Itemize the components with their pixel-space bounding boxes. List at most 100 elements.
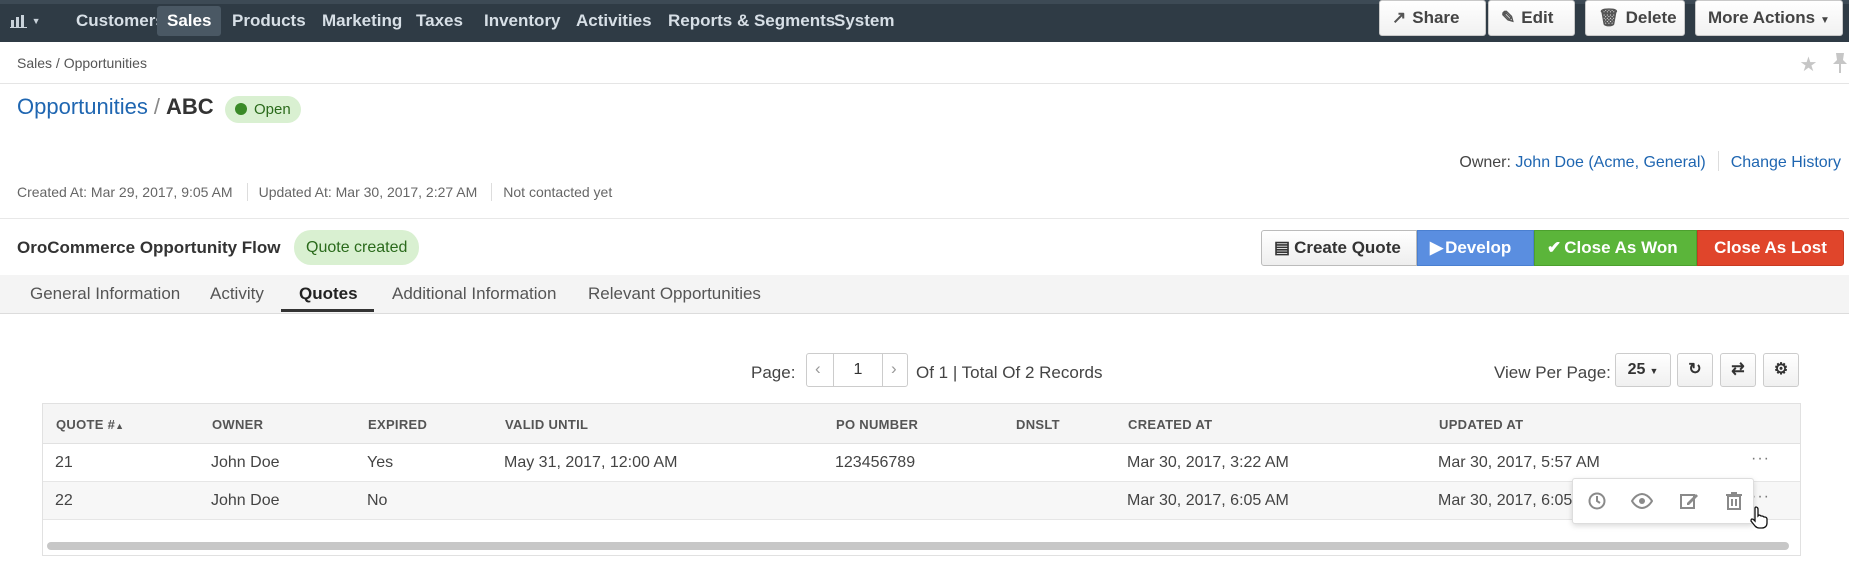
column-header-updated-at[interactable]: UPDATED AT [1439, 417, 1523, 432]
column-header-created-at[interactable]: CREATED AT [1128, 417, 1212, 432]
workflow-name: OroCommerce Opportunity Flow [17, 238, 281, 257]
cell-updated-at: Mar 30, 2017, 5:57 AM [1438, 454, 1600, 471]
view-per-page-value: 25 [1627, 361, 1646, 378]
tab-quotes[interactable]: Quotes [299, 284, 358, 304]
divider [0, 218, 1849, 219]
delete-button[interactable]: 🗑 Delete [1585, 0, 1685, 36]
page-label: Page: [751, 363, 796, 382]
view-icon[interactable] [1631, 491, 1653, 511]
gear-icon: ⚙ [1773, 361, 1789, 378]
column-header-expired[interactable]: EXPIRED [368, 417, 427, 432]
column-header-dnslt[interactable]: DNSLT [1016, 417, 1060, 432]
caret-down-icon: ▼ [1649, 366, 1659, 376]
prev-page-icon[interactable]: ‹ [815, 359, 821, 379]
reset-button[interactable]: ⇄ [1720, 353, 1756, 387]
cell-updated-at: Mar 30, 2017, 6:05 [1438, 492, 1573, 509]
breadcrumb-bar: Sales / Opportunities ★ [0, 42, 1849, 84]
close-as-won-label: Close As Won [1564, 238, 1678, 257]
refresh-button[interactable]: ↻ [1677, 353, 1713, 387]
active-tab-indicator [281, 309, 374, 312]
edit-icon[interactable] [1679, 491, 1699, 511]
bar-chart-icon [10, 14, 27, 28]
more-actions-label: More Actions [1708, 8, 1816, 27]
tab-activity[interactable]: Activity [210, 284, 264, 304]
column-header-po-number[interactable]: PO NUMBER [836, 417, 918, 432]
table-row[interactable]: 21 John Doe Yes May 31, 2017, 12:00 AM 1… [43, 444, 1800, 482]
edit-button[interactable]: ✎ Edit [1488, 0, 1575, 36]
close-as-lost-button[interactable]: Close As Lost [1697, 230, 1844, 266]
nav-taxes[interactable]: Taxes [406, 6, 473, 36]
cell-owner: John Doe [211, 492, 280, 509]
page-total: Of 1 | Total Of 2 Records [916, 363, 1103, 382]
tab-additional-information[interactable]: Additional Information [392, 284, 556, 304]
horizontal-scrollbar[interactable] [47, 542, 1789, 550]
cell-expired: Yes [367, 454, 394, 471]
create-quote-label: Create Quote [1294, 238, 1401, 257]
delete-label: Delete [1625, 8, 1677, 27]
column-header-valid-until[interactable]: VALID UNTIL [505, 417, 588, 432]
record-name: ABC [165, 94, 214, 119]
caret-down-icon: ▼ [1820, 15, 1830, 26]
grid-header: QUOTE #▲ OWNER EXPIRED VALID UNTIL PO NU… [43, 404, 1800, 444]
cell-owner: John Doe [211, 454, 280, 471]
updated-at: Updated At: Mar 30, 2017, 2:27 AM [258, 184, 478, 200]
share-button[interactable]: ↗ Share [1379, 0, 1486, 36]
nav-marketing[interactable]: Marketing [312, 6, 412, 36]
edit-label: Edit [1521, 8, 1554, 27]
breadcrumb: Sales / Opportunities [17, 55, 147, 71]
view-per-page-select[interactable]: 25 ▼ [1615, 353, 1671, 387]
nav-sales[interactable]: Sales [157, 6, 222, 36]
page-title: Opportunities / ABC [17, 94, 214, 120]
history-icon[interactable] [1587, 491, 1607, 511]
tab-relevant-opportunities[interactable]: Relevant Opportunities [588, 284, 761, 304]
owner-info: Owner: John Doe (Acme, General) Change Hi… [1459, 151, 1841, 172]
ellipsis-icon[interactable]: ··· [1751, 450, 1770, 468]
nav-reports-segments[interactable]: Reports & Segments [658, 6, 845, 36]
chevron-down-icon: ▼ [31, 16, 41, 26]
trash-icon: 🗑 [1598, 8, 1620, 27]
view-per-page-label: View Per Page: [1494, 363, 1611, 382]
record-meta: Created At: Mar 29, 2017, 9:05 AM Updated… [17, 183, 612, 201]
owner-link[interactable]: John Doe (Acme, General) [1515, 154, 1705, 171]
change-history-link[interactable]: Change History [1731, 154, 1841, 171]
nav-system[interactable]: System [824, 6, 904, 36]
column-header-label: QUOTE # [56, 417, 116, 432]
tab-general-information[interactable]: General Information [30, 284, 180, 304]
edit-icon: ✎ [1501, 8, 1516, 27]
list-icon: ▤ [1274, 238, 1291, 257]
pin-icon[interactable] [1831, 52, 1849, 74]
star-icon[interactable]: ★ [1800, 54, 1818, 76]
grid-settings-button[interactable]: ⚙ [1763, 353, 1799, 387]
created-at: Created At: Mar 29, 2017, 9:05 AM [17, 184, 233, 200]
more-actions-button[interactable]: More Actions ▼ [1695, 0, 1843, 36]
column-header-owner[interactable]: OWNER [212, 417, 263, 432]
close-as-won-button[interactable]: ✔ Close As Won [1534, 230, 1697, 266]
develop-button[interactable]: ▶ Develop [1417, 230, 1534, 266]
next-page-icon[interactable]: › [891, 359, 897, 379]
nav-products[interactable]: Products [222, 6, 316, 36]
column-header-quote[interactable]: QUOTE #▲ [56, 417, 124, 432]
status-dot-icon [235, 103, 247, 115]
create-quote-button[interactable]: ▤ Create Quote [1261, 230, 1417, 266]
table-row[interactable]: 22 John Doe No Mar 30, 2017, 6:05 AM Mar… [43, 482, 1800, 520]
dashboard-menu[interactable]: ▼ [10, 12, 41, 28]
cell-expired: No [367, 492, 388, 509]
check-circle-icon: ✔ [1547, 238, 1562, 257]
page-number-input[interactable]: 1 [833, 353, 883, 387]
cell-po-number: 123456789 [835, 454, 916, 471]
cell-quote: 22 [55, 492, 73, 509]
pagination-control: ‹ 1 › [806, 353, 908, 387]
develop-label: Develop [1445, 238, 1512, 257]
nav-inventory[interactable]: Inventory [474, 6, 571, 36]
close-as-lost-label: Close As Lost [1714, 238, 1827, 257]
delete-icon[interactable] [1725, 491, 1743, 511]
nav-activities[interactable]: Activities [566, 6, 662, 36]
cell-valid-until: May 31, 2017, 12:00 AM [504, 454, 678, 471]
divider [491, 183, 493, 201]
refresh-icon: ↻ [1688, 361, 1702, 378]
share-label: Share [1412, 8, 1460, 27]
title-separator: / [153, 94, 160, 119]
status-badge: Open [225, 96, 301, 123]
section-tabs: General Information Activity Quotes Addi… [0, 275, 1849, 314]
entity-link[interactable]: Opportunities [17, 94, 148, 119]
